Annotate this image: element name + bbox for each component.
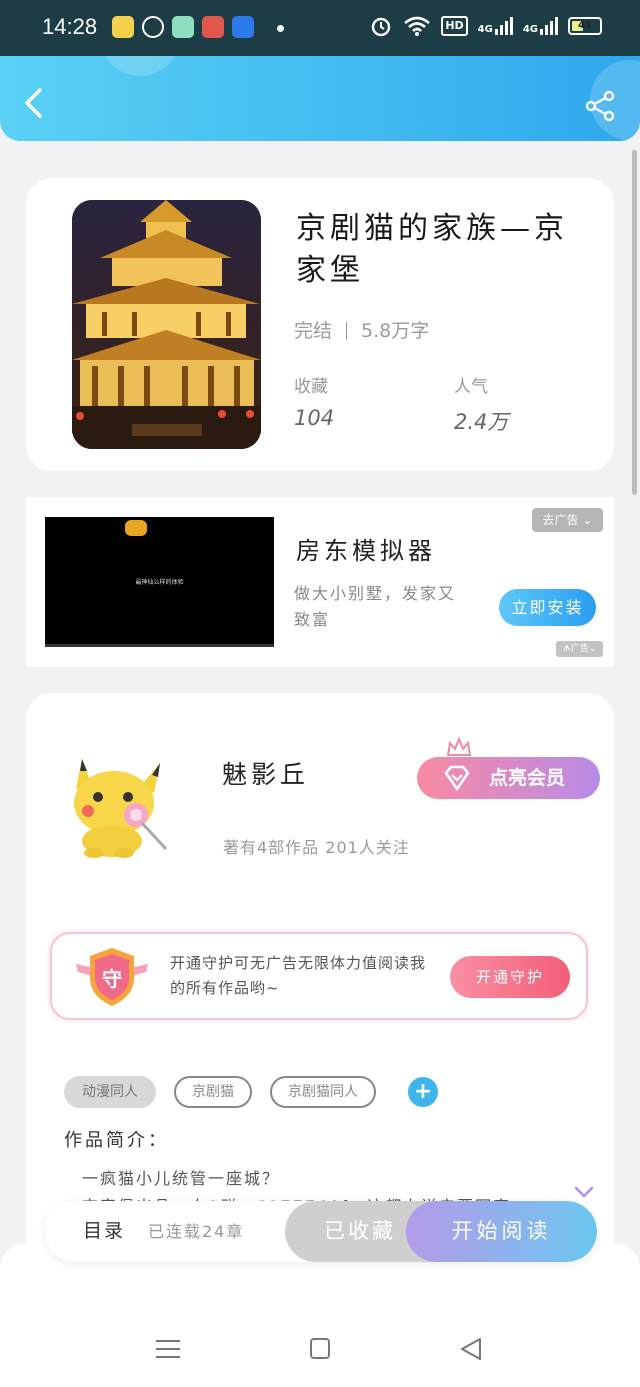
- popularity-label: 人气: [454, 377, 488, 397]
- table-of-contents-button[interactable]: 目录: [83, 1201, 125, 1262]
- video-progress-bar: [45, 644, 274, 647]
- ad-description: 做大小别墅，发家又致富: [294, 584, 457, 629]
- book-status-line: 完结 5.8万字: [294, 316, 429, 343]
- book-info-card: 京剧猫的家族—京家堡 完结 5.8万字 收藏 104 人气 2.4万: [26, 178, 614, 471]
- author-name: 魅影丘: [222, 760, 310, 789]
- vip-button[interactable]: 点亮会员: [417, 757, 600, 799]
- intro-heading: 作品简介：: [64, 1130, 169, 1151]
- guard-shield-icon: 守: [76, 948, 148, 1006]
- signal-icon: 4G: [523, 17, 558, 35]
- menu-icon[interactable]: [148, 1332, 188, 1366]
- guard-shield-char: 守: [102, 967, 122, 991]
- favorites-value: 104: [294, 406, 335, 430]
- ad-tag: ᗑ广告⌄: [556, 641, 603, 657]
- wechat-icon: [142, 16, 164, 38]
- status-bar: 14:28 HD 4G 4G 41: [0, 0, 640, 56]
- chapter-count: 已连载24章: [148, 1222, 245, 1241]
- square-home-icon[interactable]: [300, 1332, 340, 1366]
- wifi-icon: [404, 16, 431, 36]
- share-icon[interactable]: [584, 90, 616, 122]
- book-cover-image[interactable]: [72, 200, 261, 449]
- ad-video-caption: 最神仙么样的体验: [135, 579, 184, 586]
- app-icon: [172, 16, 194, 38]
- add-tag-button[interactable]: +: [408, 1077, 438, 1107]
- completion-status: 完结: [294, 320, 333, 342]
- ad-banner[interactable]: 最神仙么样的体验 房东模拟器 做大小别墅，发家又致富 立即安装 去广告 ⌄ ᗑ广…: [26, 497, 614, 667]
- guard-promo-text: 开通守护可无广告无限体力值阅读我的所有作品哟~: [170, 954, 427, 997]
- system-nav-bar: [0, 1320, 640, 1376]
- crown-icon: [446, 737, 472, 756]
- divider: [346, 322, 348, 340]
- battery-icon: 41: [568, 17, 602, 35]
- pagoda-illustration: [72, 200, 261, 449]
- tag-item[interactable]: 京剧猫: [174, 1076, 252, 1108]
- popularity-value: 2.4万: [454, 410, 509, 434]
- book-title: 京剧猫的家族—京家堡: [296, 211, 568, 288]
- more-notifications-dot: [277, 25, 284, 32]
- scrollbar[interactable]: [632, 150, 637, 495]
- alipay-icon: [232, 16, 254, 38]
- bottom-action-bar: 目录 已连载24章 已收藏 开始阅读: [45, 1201, 597, 1262]
- notification-icons: [112, 16, 254, 38]
- battery-level: 41: [578, 20, 592, 31]
- install-button[interactable]: 立即安装: [499, 589, 596, 626]
- tag-item[interactable]: 京剧猫同人: [270, 1076, 376, 1108]
- ad-title: 房东模拟器: [296, 537, 436, 565]
- chevron-left-icon[interactable]: [18, 86, 52, 120]
- diamond-icon: [444, 765, 470, 791]
- guard-promo[interactable]: 守 开通守护可无广告无限体力值阅读我的所有作品哟~ 开通守护: [50, 932, 588, 1020]
- signal-icon: 4G: [478, 17, 513, 35]
- tag-list: 动漫同人 京剧猫 京剧猫同人 +: [64, 1076, 438, 1108]
- intro-text: 一疯猫小儿统管一座城？: [82, 1169, 281, 1188]
- ad-game-logo: [125, 520, 147, 536]
- decorative-bubble: [100, 56, 180, 76]
- wechat-work-icon: [112, 16, 134, 38]
- app-header: [0, 56, 640, 141]
- app-icon: [202, 16, 224, 38]
- remove-ads-button[interactable]: 去广告 ⌄: [532, 508, 603, 532]
- status-indicators: HD 4G 4G 41: [369, 15, 602, 37]
- author-meta: 著有4部作品 201人关注: [223, 838, 410, 857]
- triangle-back-icon[interactable]: [452, 1332, 492, 1366]
- alarm-icon: [372, 17, 391, 37]
- ad-video[interactable]: 最神仙么样的体验: [45, 517, 274, 647]
- favorites-label: 收藏: [294, 377, 328, 397]
- open-guard-button[interactable]: 开通守护: [450, 956, 570, 998]
- status-time: 14:28: [42, 14, 98, 39]
- hd-indicator: HD: [441, 16, 468, 36]
- author-avatar[interactable]: [54, 749, 174, 859]
- start-reading-button[interactable]: 开始阅读: [406, 1201, 597, 1262]
- tag-item[interactable]: 动漫同人: [64, 1076, 156, 1108]
- vip-button-label: 点亮会员: [489, 767, 566, 789]
- chevron-down-icon[interactable]: [574, 1186, 594, 1198]
- word-count: 5.8万字: [361, 320, 430, 342]
